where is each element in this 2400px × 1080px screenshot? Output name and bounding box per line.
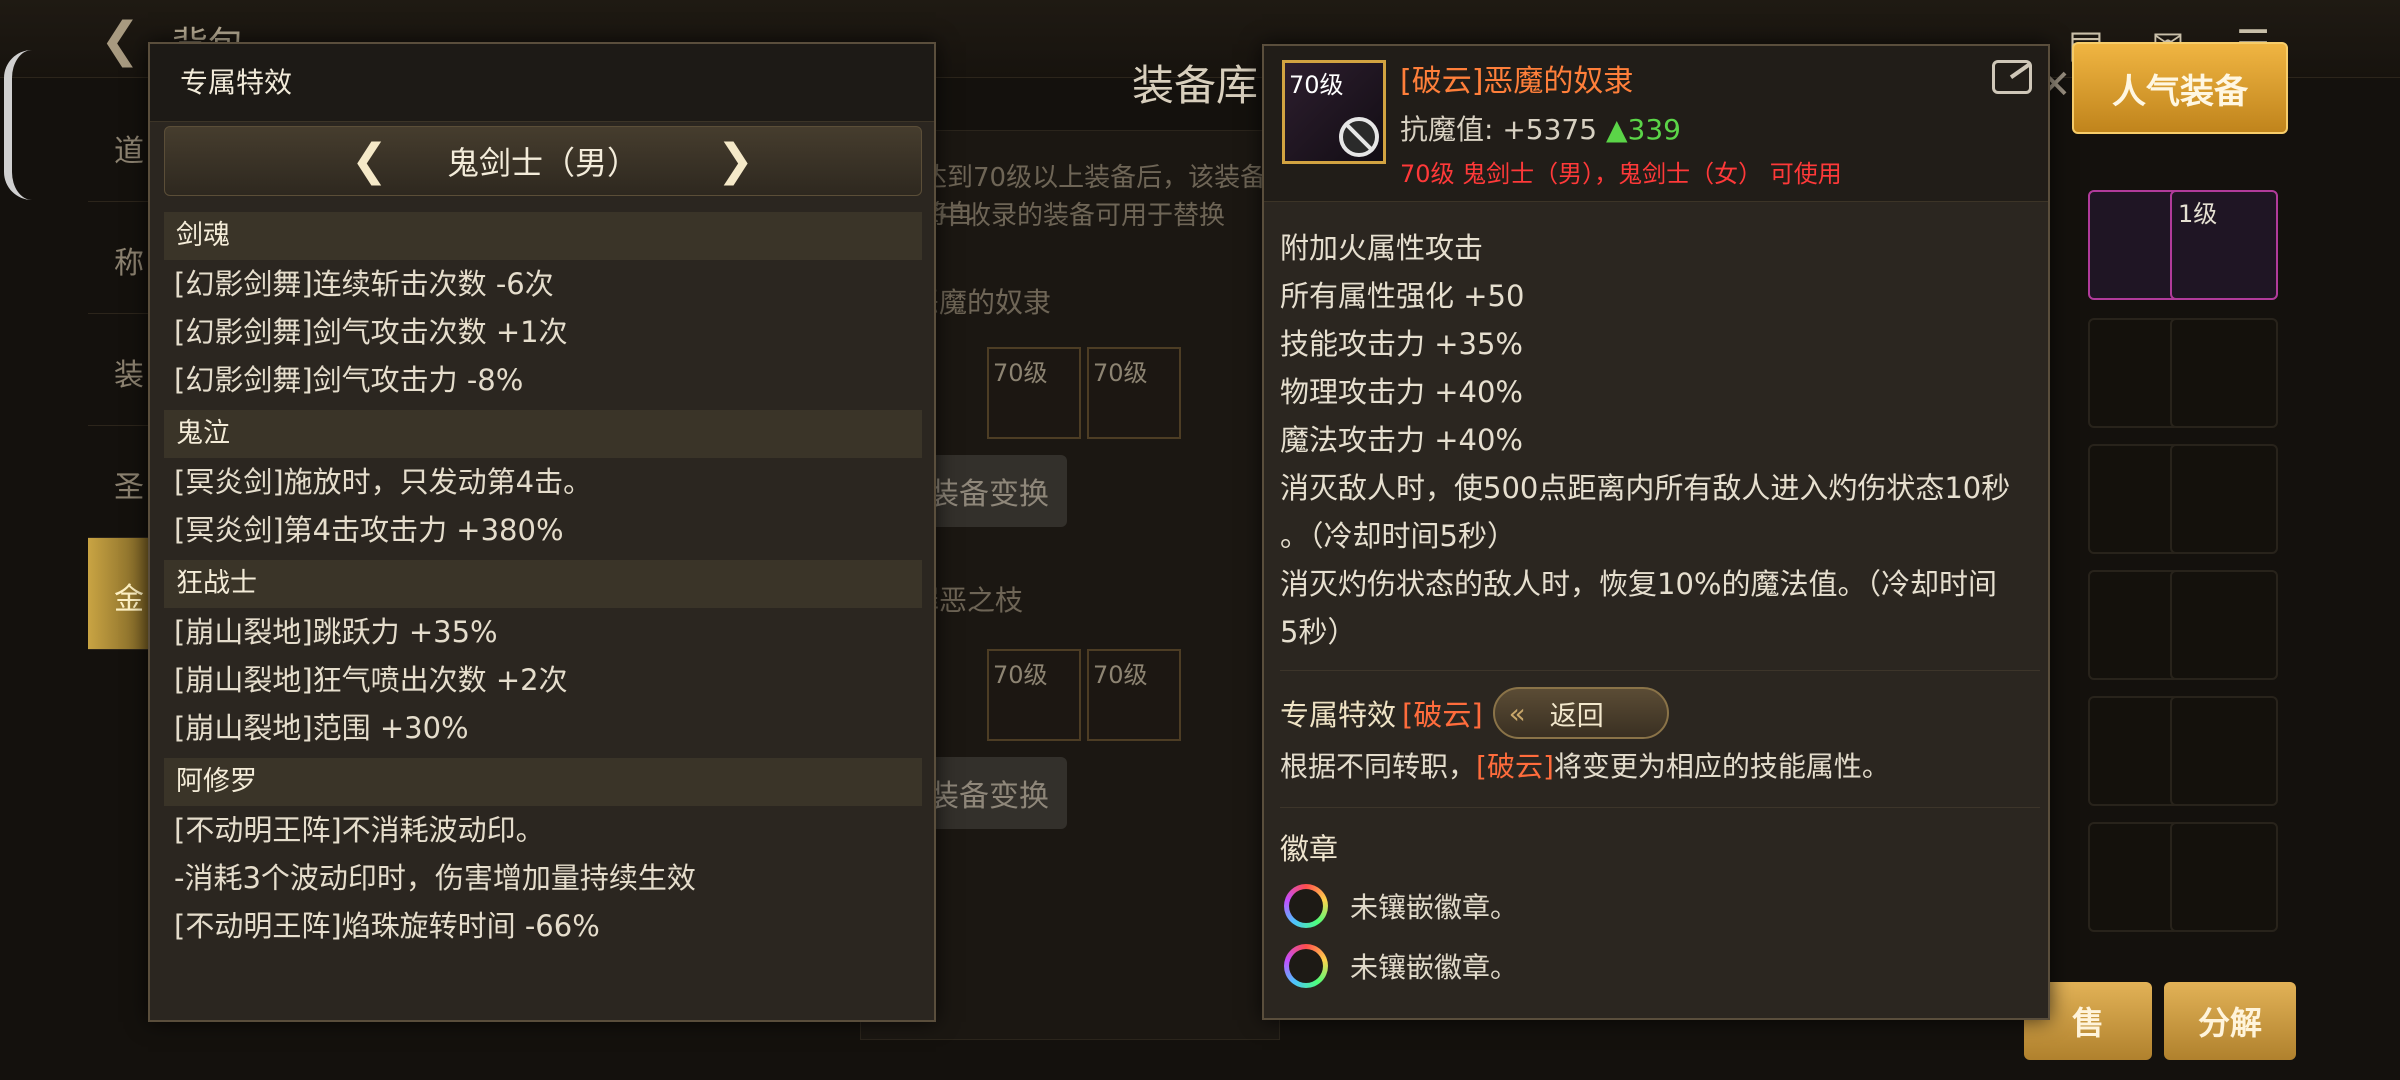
effect-line: [幻影剑舞]剑气攻击力 -8%: [174, 363, 524, 397]
item-detail-panel: 70级 [破云]恶魔的奴隶 抗魔值: +5375 ▲339 70级 鬼剑士（男）…: [1262, 44, 2050, 1020]
badge-slot[interactable]: 未镶嵌徽章。: [1280, 936, 2040, 996]
slot-level: 70级: [993, 661, 1048, 689]
exclusive-effects-panel: 专属特效 ❮ 鬼剑士（男） ❯ 剑魂 [幻影剑舞]连续斩击次数 -6次 [幻影剑…: [148, 42, 936, 1022]
slot-level: 70级: [1093, 359, 1148, 387]
effect-line: [不动明王阵]焰珠旋转时间 -66%: [174, 909, 600, 943]
effect-line: [冥炎剑]施放时，只发动第4击。: [174, 465, 593, 499]
inventory-cell[interactable]: [2170, 696, 2278, 806]
section-heading: 阿修罗: [164, 758, 922, 806]
attribute-line: 。（冷却时间5秒）: [1280, 519, 1516, 553]
desc-prefix: 根据不同转职，: [1280, 750, 1477, 783]
divider: [1280, 807, 2040, 808]
library-slot[interactable]: 70级: [1087, 347, 1181, 439]
disassemble-button[interactable]: 分解: [2164, 982, 2296, 1060]
chevron-right-icon[interactable]: ❯: [717, 135, 754, 187]
desc-suffix: 将变更为相应的技能属性。: [1553, 750, 1890, 783]
inventory-cell[interactable]: 1级: [2170, 190, 2278, 300]
chevron-left-icon[interactable]: ❮: [351, 135, 388, 187]
badge-slot-text: 未镶嵌徽章。: [1350, 951, 1519, 984]
effect-line: [崩山裂地]范围 +30%: [174, 711, 469, 745]
effect-line: [崩山裂地]狂气喷出次数 +2次: [174, 663, 568, 697]
effect-line: [不动明王阵]不消耗波动印。: [174, 813, 545, 847]
exclusive-label: 专属特效: [1280, 698, 1397, 732]
effect-line: [冥炎剑]第4击攻击力 +380%: [174, 513, 564, 547]
effect-line: [崩山裂地]跳跃力 +35%: [174, 615, 498, 649]
inventory-cell[interactable]: [2170, 318, 2278, 428]
double-chevron-left-icon: «: [1508, 696, 1526, 730]
desc-tag: [破云]: [1476, 750, 1554, 783]
section-heading: 狂战士: [164, 560, 922, 608]
item-header: 70级 [破云]恶魔的奴隶 抗魔值: +5375 ▲339 70级 鬼剑士（男）…: [1264, 46, 2048, 202]
effect-line: -消耗3个波动印时，伤害增加量持续生效: [174, 861, 696, 895]
attribute-line: 魔法攻击力 +40%: [1280, 423, 1523, 457]
badge-title: 徽章: [1280, 832, 1339, 866]
edge-handle: [4, 50, 32, 200]
class-name: 鬼剑士（男）: [446, 144, 639, 182]
attribute-line: 所有属性强化 +50: [1280, 279, 1525, 313]
library-slot[interactable]: 70级: [987, 649, 1081, 741]
share-icon[interactable]: [1992, 60, 2032, 94]
item-icon[interactable]: 70级: [1282, 60, 1386, 164]
effects-list: 剑魂 [幻影剑舞]连续斩击次数 -6次 [幻影剑舞]剑气攻击次数 +1次 [幻影…: [164, 208, 922, 956]
slot-level: 70级: [993, 359, 1048, 387]
effect-line: [幻影剑舞]连续斩击次数 -6次: [174, 267, 554, 301]
item-stat: 抗魔值: +5375 ▲339: [1400, 108, 1681, 148]
inventory-cell[interactable]: [2170, 444, 2278, 554]
effect-section: 剑魂 [幻影剑舞]连续斩击次数 -6次 [幻影剑舞]剑气攻击次数 +1次 [幻影…: [164, 212, 922, 404]
effect-section: 狂战士 [崩山裂地]跳跃力 +35% [崩山裂地]狂气喷出次数 +2次 [崩山裂…: [164, 560, 922, 752]
item-body: 附加火属性攻击 所有属性强化 +50 技能攻击力 +35% 物理攻击力 +40%…: [1280, 224, 2040, 996]
effect-section: 阿修罗 [不动明王阵]不消耗波动印。 -消耗3个波动印时，伤害增加量持续生效 […: [164, 758, 922, 950]
effect-line: [幻影剑舞]剑气攻击次数 +1次: [174, 315, 568, 349]
prohibited-icon: [1339, 117, 1379, 157]
return-button[interactable]: « 返回: [1492, 687, 1669, 739]
library-slot[interactable]: 70级: [1087, 649, 1181, 741]
popular-equipment-button[interactable]: 人气装备: [2072, 42, 2288, 134]
badge-socket-icon: [1284, 884, 1328, 928]
equipment-library-title: 装备库: [1132, 61, 1259, 110]
attribute-line: 附加火属性攻击: [1280, 231, 1484, 265]
exclusive-description: 根据不同转职，[破云]将变更为相应的技能属性。: [1280, 741, 2040, 793]
item-name: [破云]恶魔的奴隶: [1400, 64, 1634, 99]
exclusive-effect-row: 专属特效 [破云] « 返回: [1280, 685, 2040, 741]
badge-slot[interactable]: 未镶嵌徽章。: [1280, 876, 2040, 936]
class-selector: ❮ 鬼剑士（男） ❯: [164, 126, 922, 196]
panel-title: 专属特效: [150, 44, 934, 122]
attribute-line: 消灭灼伤状态的敌人时，恢复10%的魔法值。（冷却时间: [1280, 567, 1997, 601]
effect-section: 鬼泣 [冥炎剑]施放时，只发动第4击。 [冥炎剑]第4击攻击力 +380%: [164, 410, 922, 554]
exclusive-tag: [破云]: [1402, 698, 1483, 732]
cell-level: 1级: [2178, 200, 2218, 228]
attribute-line: 技能攻击力 +35%: [1280, 327, 1523, 361]
divider: [1280, 670, 2040, 671]
slot-level: 70级: [1093, 661, 1148, 689]
item-requirement: 70级 鬼剑士（男），鬼剑士（女） 可使用: [1400, 160, 1842, 188]
item-level: 70级: [1289, 71, 1344, 99]
section-heading: 剑魂: [164, 212, 922, 260]
inventory-cell[interactable]: [2170, 570, 2278, 680]
attribute-line: 物理攻击力 +40%: [1280, 375, 1523, 409]
section-heading: 鬼泣: [164, 410, 922, 458]
library-slot[interactable]: 70级: [987, 347, 1081, 439]
badge-socket-icon: [1284, 944, 1328, 988]
attribute-line: 5秒）: [1280, 615, 1357, 649]
stat-increase: ▲339: [1605, 113, 1681, 146]
stat-value: 抗魔值: +5375: [1400, 113, 1598, 146]
badge-slot-text: 未镶嵌徽章。: [1350, 891, 1519, 924]
attribute-line: 消灭敌人时，使500点距离内所有敌人进入灼伤状态10秒: [1280, 471, 2011, 505]
inventory-cell[interactable]: [2170, 822, 2278, 932]
return-label: 返回: [1549, 700, 1604, 732]
